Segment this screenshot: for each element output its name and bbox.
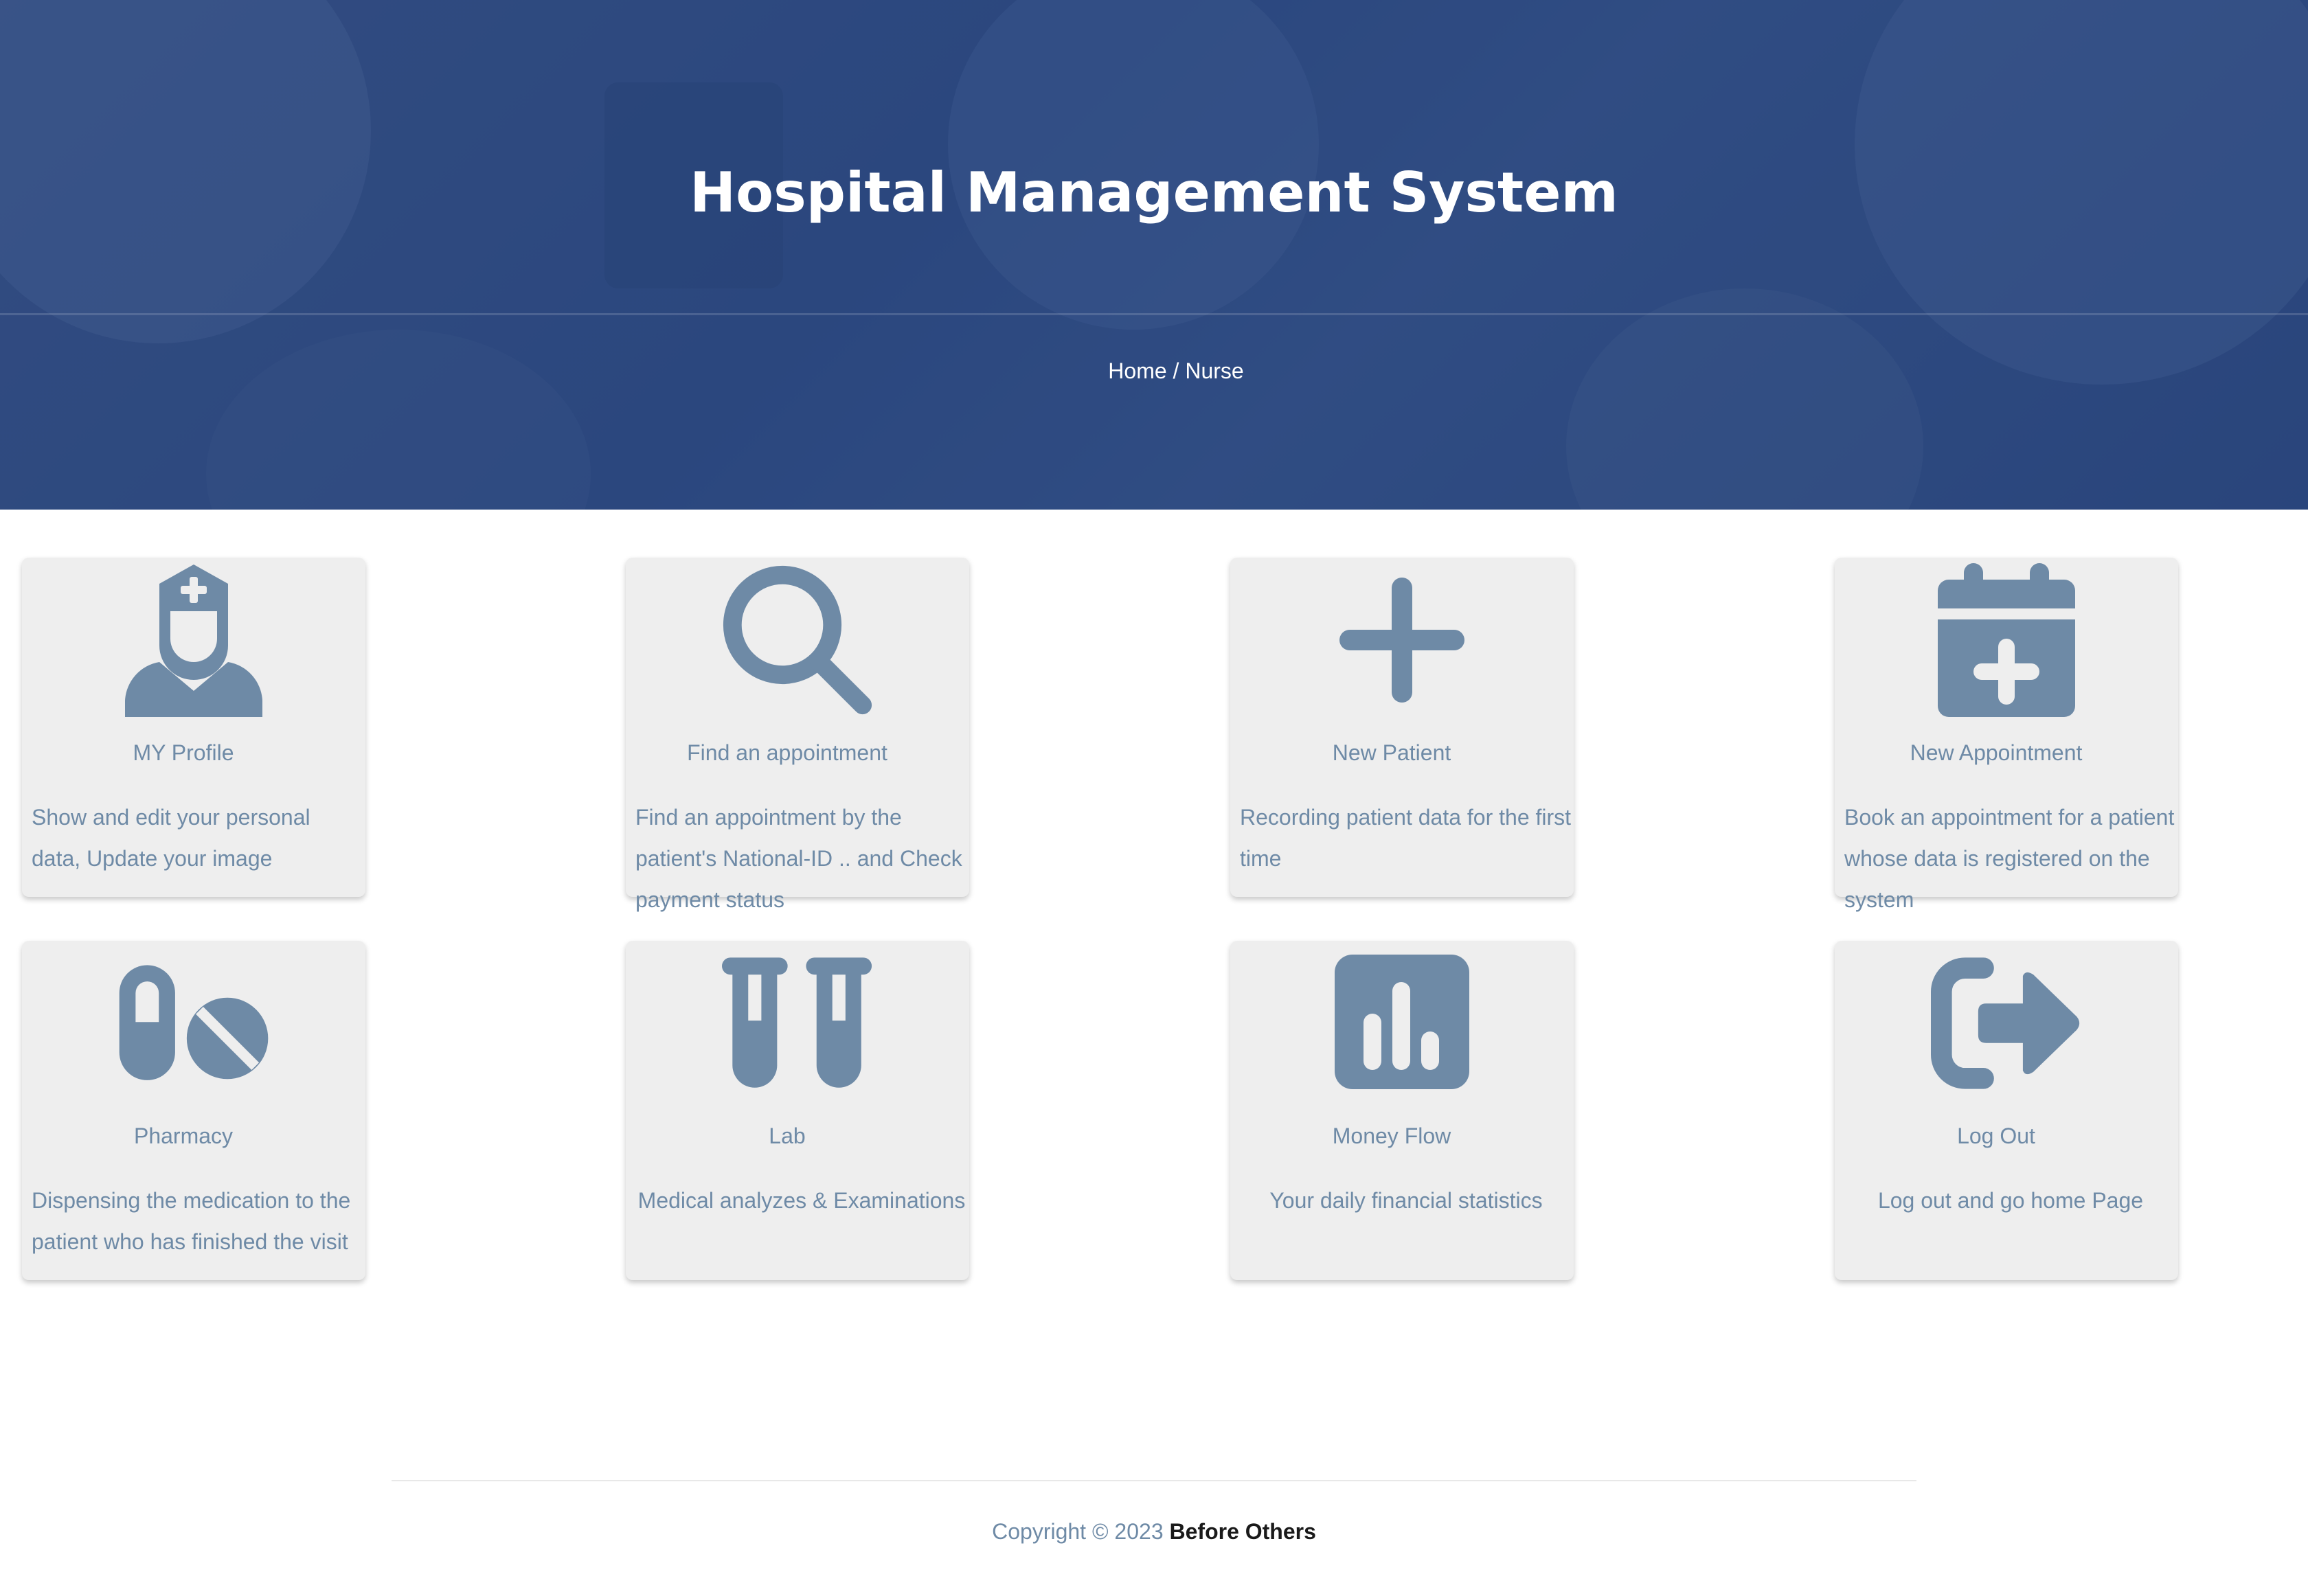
card-description: Your daily financial statistics: [1269, 1188, 1543, 1213]
footer: Copyright © 2023 Before Others: [0, 1519, 2308, 1544]
card-lab[interactable]: Lab Medical analyzes & Examinations: [626, 941, 969, 1280]
card-description: Find an appointment by the patient's Nat…: [635, 805, 962, 912]
footer-divider: [392, 1480, 1916, 1481]
logout-icon: [1931, 948, 2082, 1099]
breadcrumb-home-link[interactable]: Home: [1108, 358, 1166, 383]
card-description: Log out and go home Page: [1877, 1188, 2144, 1213]
test-tubes-icon: [722, 948, 873, 1099]
pills-icon: [118, 948, 269, 1099]
card-title: MY Profile: [133, 740, 234, 765]
card-title: Lab: [769, 1124, 806, 1148]
chart-square-icon: [1326, 948, 1478, 1099]
card-title: Find an appointment: [687, 740, 887, 765]
card-my-profile[interactable]: MY Profile Show and edit your personal d…: [22, 558, 365, 897]
card-description: Dispensing the medication to the patient…: [32, 1188, 351, 1254]
hero-overlay: [0, 0, 2308, 510]
card-title: Money Flow: [1332, 1124, 1451, 1148]
breadcrumb: Home / Nurse: [0, 358, 2308, 384]
card-new-appointment[interactable]: New Appointment Book an appointment for …: [1835, 558, 2178, 912]
card-pharmacy[interactable]: Pharmacy Dispensing the medication to th…: [22, 941, 365, 1280]
brand-link[interactable]: Before Others: [1170, 1519, 1316, 1544]
card-description: Show and edit your personal data, Update…: [32, 805, 310, 871]
breadcrumb-separator: /: [1166, 358, 1186, 383]
card-title: New Appointment: [1910, 740, 2083, 765]
calendar-plus-icon: [1931, 563, 2082, 717]
card-description: Medical analyzes & Examinations: [637, 1188, 966, 1213]
copyright-text: Copyright © 2023: [992, 1519, 1170, 1544]
search-icon: [722, 565, 873, 716]
nurse-icon: [118, 565, 269, 717]
card-title: New Patient: [1332, 740, 1451, 765]
breadcrumb-current: Nurse: [1185, 358, 1244, 383]
card-title: Pharmacy: [133, 1124, 234, 1148]
card-log-out[interactable]: Log Out Log out and go home Page: [1835, 941, 2178, 1280]
card-description: Book an appointment for a patient whose …: [1844, 805, 2175, 912]
hero-divider: [0, 313, 2308, 315]
page-title: Hospital Management System: [690, 161, 1618, 225]
card-money-flow[interactable]: Money Flow Your daily financial statisti…: [1230, 941, 1574, 1280]
plus-icon: [1326, 565, 1478, 716]
hero-banner: Hospital Management System Home / Nurse: [0, 0, 2308, 510]
card-new-patient[interactable]: New Patient Recording patient data for t…: [1230, 558, 1574, 897]
card-description: Recording patient data for the first tim…: [1240, 805, 1572, 871]
card-find-appointment[interactable]: Find an appointment Find an appointment …: [626, 558, 969, 912]
card-title: Log Out: [1957, 1124, 2035, 1148]
